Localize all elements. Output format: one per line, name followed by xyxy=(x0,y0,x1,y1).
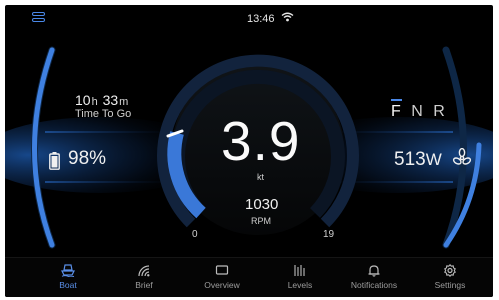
menu-toggle-icon[interactable] xyxy=(32,12,46,25)
nav-label: Notifications xyxy=(350,280,398,290)
nav-label: Brief xyxy=(135,280,153,290)
battery-percentage: 98% xyxy=(68,148,107,169)
speed-unit: kt xyxy=(257,172,265,182)
nav-label: Boat xyxy=(59,280,77,290)
left-band-bottom xyxy=(45,181,175,183)
nav-levels[interactable]: Levels xyxy=(260,264,340,290)
gear-neutral[interactable]: N xyxy=(411,103,423,121)
gear-icon xyxy=(444,264,456,277)
boat-dashboard-screen: 13:46 10h 33m Time To Go 98% 3.9 kt 1030… xyxy=(5,5,493,297)
nav-settings[interactable]: Settings xyxy=(410,264,490,290)
nav-boat[interactable]: Boat xyxy=(28,264,108,290)
nav-label: Settings xyxy=(434,280,466,290)
power-readout: 513W xyxy=(394,149,442,171)
brief-icon xyxy=(138,265,150,277)
power-unit: W xyxy=(425,150,442,169)
propeller-icon xyxy=(452,148,472,165)
status-bar: 13:46 xyxy=(5,5,493,27)
rpm-scale-max: 19 xyxy=(323,229,335,240)
bottom-navigation: Boat Brief Overview Levels Notifications… xyxy=(5,257,493,297)
overview-icon xyxy=(215,265,229,275)
gear-selector: F N R xyxy=(391,99,451,121)
power-value: 513 xyxy=(394,149,426,170)
boat-icon xyxy=(61,264,75,277)
nav-brief[interactable]: Brief xyxy=(104,264,184,290)
gear-reverse[interactable]: R xyxy=(433,103,445,121)
rpm-label: RPM xyxy=(251,216,271,226)
nav-notifications[interactable]: Notifications xyxy=(334,264,414,290)
right-band-top xyxy=(323,131,453,133)
levels-icon xyxy=(294,265,305,276)
hours-unit: h xyxy=(91,96,98,108)
nav-overview[interactable]: Overview xyxy=(182,264,262,290)
time-to-go-label: Time To Go xyxy=(75,108,132,120)
left-band-top xyxy=(45,131,175,133)
gear-forward[interactable]: F xyxy=(391,99,402,121)
time-to-go-hours: 10 xyxy=(75,92,91,108)
battery-icon xyxy=(49,152,60,170)
clock: 13:46 xyxy=(247,13,275,25)
rpm-value: 1030 xyxy=(245,196,279,213)
rpm-scale-min: 0 xyxy=(192,229,198,240)
wifi-icon xyxy=(281,12,294,22)
bell-icon xyxy=(368,265,380,277)
speed-value: 3.9 xyxy=(221,110,301,172)
minutes-unit: m xyxy=(119,96,129,108)
nav-label: Overview xyxy=(204,280,240,290)
time-to-go-value: 10h 33m xyxy=(75,92,129,108)
nav-label: Levels xyxy=(287,280,313,290)
time-to-go-minutes: 33 xyxy=(102,92,119,108)
right-band-bottom xyxy=(323,181,453,183)
